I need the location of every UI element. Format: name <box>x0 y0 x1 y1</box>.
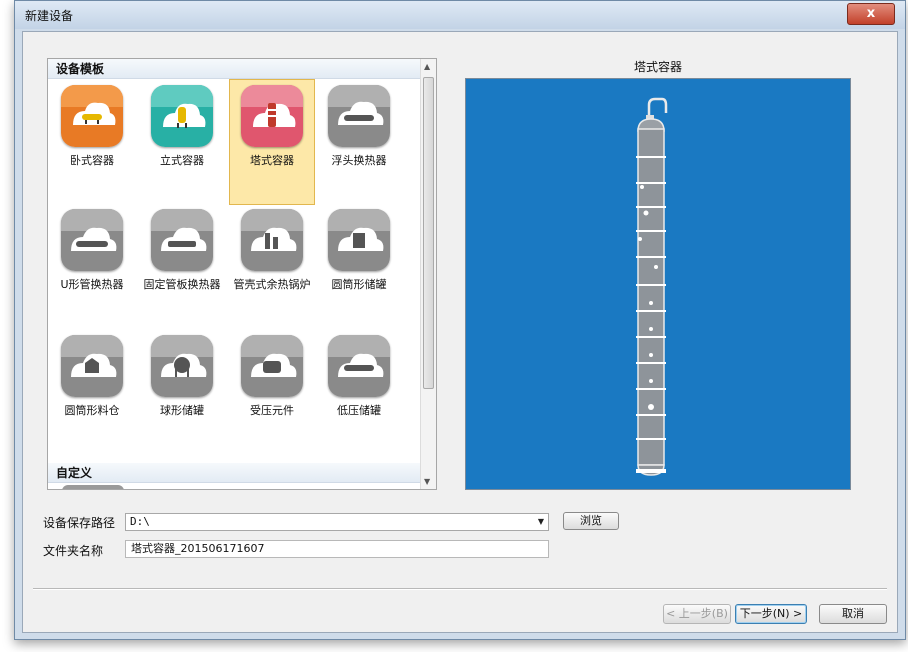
tower-preview-image <box>636 97 668 476</box>
title-bar: 新建设备 x <box>15 1 905 29</box>
folder-name-label: 文件夹名称 <box>43 544 104 558</box>
template-label: 塔式容器 <box>250 154 294 167</box>
template-tile-tower-vessel[interactable]: 塔式容器 <box>229 79 315 205</box>
low-pressure-tank-icon <box>328 335 390 397</box>
pressure-part-icon <box>241 335 303 397</box>
floating-head-exchanger-icon <box>328 85 390 147</box>
vertical-vessel-icon <box>151 85 213 147</box>
custom-tile-partial <box>62 485 124 489</box>
cylindrical-tank-icon <box>328 209 390 271</box>
u-tube-exchanger-icon <box>61 209 123 271</box>
template-tile-waste-heat-boiler[interactable]: 管壳式余热锅炉 <box>231 209 313 319</box>
cancel-button[interactable]: 取消 <box>819 604 887 624</box>
footer-separator <box>33 588 887 590</box>
spherical-tank-icon <box>151 335 213 397</box>
folder-name-input[interactable]: 塔式容器_201506171607 <box>125 540 549 558</box>
dropdown-arrow-icon[interactable]: ▼ <box>534 514 548 530</box>
template-label: 固定管板换热器 <box>143 278 221 291</box>
next-button[interactable]: 下一步(N) > <box>735 604 807 624</box>
template-label: 立式容器 <box>160 154 204 167</box>
template-label: 球形储罐 <box>160 404 204 417</box>
template-tile-cylindrical-silo[interactable]: 圆筒形料仓 <box>51 335 133 435</box>
close-button[interactable]: x <box>847 3 895 25</box>
preview-panel <box>465 78 851 490</box>
template-label: 圆筒形储罐 <box>331 278 387 291</box>
save-path-value: D:\ <box>130 515 150 528</box>
scroll-thumb[interactable] <box>423 77 434 389</box>
template-label: U形管换热器 <box>60 278 124 291</box>
template-label: 圆筒形料仓 <box>64 404 120 417</box>
template-tile-cylindrical-tank[interactable]: 圆筒形储罐 <box>318 209 400 319</box>
group-header-custom: 自定义 <box>48 463 422 483</box>
template-tile-horizontal-vessel[interactable]: 卧式容器 <box>51 83 133 179</box>
template-label: 受压元件 <box>250 404 294 417</box>
template-tile-spherical-tank[interactable]: 球形储罐 <box>141 335 223 435</box>
group-header-templates: 设备模板 <box>48 59 422 79</box>
horizontal-vessel-icon <box>61 85 123 147</box>
template-tile-low-pressure-tank[interactable]: 低压储罐 <box>318 335 400 435</box>
template-label: 低压储罐 <box>337 404 381 417</box>
scroll-down-arrow-icon[interactable]: ▼ <box>424 477 430 486</box>
template-tile-floating-head-exchanger[interactable]: 浮头换热器 <box>318 83 400 179</box>
save-path-dropdown[interactable]: D:\ ▼ <box>125 513 549 531</box>
cylindrical-silo-icon <box>61 335 123 397</box>
template-tile-fixed-tube-exchanger[interactable]: 固定管板换热器 <box>141 209 223 319</box>
template-tile-u-tube-exchanger[interactable]: U形管换热器 <box>51 209 133 319</box>
template-list-scrollbar[interactable]: ▲ ▼ <box>420 59 436 489</box>
template-tile-vertical-vessel[interactable]: 立式容器 <box>141 83 223 179</box>
browse-button[interactable]: 浏览 <box>563 512 619 530</box>
tower-vessel-icon <box>241 85 303 147</box>
template-label: 卧式容器 <box>70 154 114 167</box>
fixed-tube-exchanger-icon <box>151 209 213 271</box>
window-title: 新建设备 <box>25 9 74 23</box>
template-label: 浮头换热器 <box>331 154 387 167</box>
preview-title: 塔式容器 <box>633 60 682 74</box>
template-label: 管壳式余热锅炉 <box>233 278 311 291</box>
scroll-up-arrow-icon[interactable]: ▲ <box>424 62 430 71</box>
dialog-client-area: 设备模板 卧式容器 立式容器 塔式容器 浮头换热器 U形管换热器 固定管板换热器… <box>22 31 898 633</box>
prev-button[interactable]: < 上一步(B) <box>663 604 731 624</box>
template-list-panel: 设备模板 卧式容器 立式容器 塔式容器 浮头换热器 U形管换热器 固定管板换热器… <box>47 58 437 490</box>
save-path-label: 设备保存路径 <box>43 516 116 530</box>
waste-heat-boiler-icon <box>241 209 303 271</box>
template-tile-pressure-part[interactable]: 受压元件 <box>231 335 313 435</box>
new-equipment-dialog: 新建设备 x 设备模板 卧式容器 立式容器 塔式容器 浮头换热器 U形管换热器 … <box>14 0 906 640</box>
